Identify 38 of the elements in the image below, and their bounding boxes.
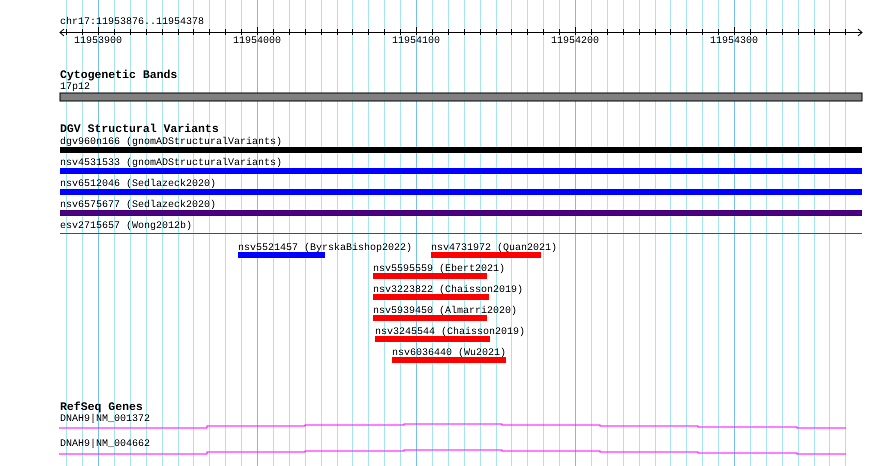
track-title: DGV Structural Variants bbox=[60, 123, 219, 136]
variant-bar[interactable] bbox=[373, 294, 489, 300]
variant-bar[interactable] bbox=[373, 273, 487, 279]
variant-bar[interactable] bbox=[60, 147, 862, 153]
feature-label: DNAH9|NM_001372 bbox=[60, 414, 150, 425]
cytoband-bar[interactable] bbox=[60, 92, 862, 102]
gene-line[interactable] bbox=[58, 424, 846, 428]
tick-label: 11953900 bbox=[74, 36, 122, 47]
feature-label: nsv4731972 (Quan2021) bbox=[431, 243, 558, 254]
range-label: chr17:11953876..11954378 bbox=[60, 17, 204, 28]
track-title: RefSeq Genes bbox=[60, 401, 143, 414]
variant-bar[interactable] bbox=[60, 210, 862, 216]
feature-label: nsv5939450 (Almarri2020) bbox=[373, 306, 518, 317]
variant-bar[interactable] bbox=[392, 357, 506, 363]
feature-label: nsv6036440 (Wu2021) bbox=[392, 348, 506, 359]
feature-label: nsv6575677 (Sedlazeck2020) bbox=[60, 200, 216, 211]
variant-bar[interactable] bbox=[373, 315, 487, 321]
feature-label: dgv960n166 (gnomADStructuralVariants) bbox=[60, 137, 282, 148]
feature-label: nsv5595559 (Ebert2021) bbox=[373, 264, 506, 275]
tick-label: 11954000 bbox=[233, 36, 281, 47]
variant-bar[interactable] bbox=[431, 252, 541, 258]
feature-label: nsv4531533 (gnomADStructuralVariants) bbox=[60, 158, 282, 169]
feature-label: nsv3223822 (Chaisson2019) bbox=[373, 285, 524, 296]
feature-label: nsv6512046 (Sedlazeck2020) bbox=[60, 179, 216, 190]
variant-bar[interactable] bbox=[375, 336, 490, 342]
feature-label: nsv5521457 (ByrskaBishop2022) bbox=[238, 243, 412, 254]
variant-bar[interactable] bbox=[60, 189, 862, 195]
feature-label: DNAH9|NM_004662 bbox=[60, 439, 150, 450]
tick-label: 11954300 bbox=[710, 36, 758, 47]
variant-bar[interactable] bbox=[238, 252, 325, 258]
variant-bar[interactable] bbox=[60, 168, 862, 174]
tick-label: 11954200 bbox=[551, 36, 599, 47]
tick-label: 11954100 bbox=[392, 36, 440, 47]
feature-label: nsv3245544 (Chaisson2019) bbox=[375, 327, 526, 338]
track-title: Cytogenetic Bands bbox=[60, 69, 178, 82]
feature-label: 17p12 bbox=[60, 82, 90, 93]
gene-line[interactable] bbox=[58, 450, 846, 454]
feature-label: esv2715657 (Wong2012b) bbox=[60, 221, 192, 232]
